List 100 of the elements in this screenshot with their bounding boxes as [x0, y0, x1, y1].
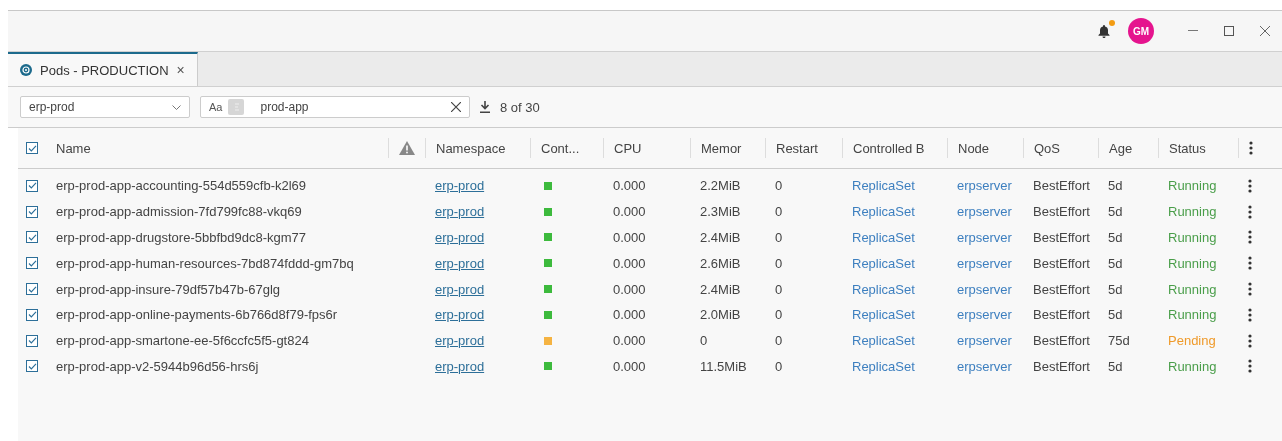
controller-link[interactable]: ReplicaSet	[852, 358, 915, 374]
maximize-icon[interactable]	[1224, 26, 1234, 36]
pod-name: erp-prod-app-accounting-554d559cfb-k2l69	[56, 178, 307, 194]
age-value: 5d	[1108, 281, 1123, 297]
row-checkbox[interactable]	[26, 231, 38, 244]
node-link[interactable]: erpserver	[957, 255, 1012, 271]
namespace-link[interactable]: erp-prod	[435, 307, 485, 323]
chevron-icon	[172, 104, 181, 110]
column-header[interactable]: Name	[56, 140, 91, 156]
pod-name: erp-prod-app-v2-5944b96d56-hrs6j	[56, 358, 259, 374]
controller-link[interactable]: ReplicaSet	[852, 204, 915, 220]
pod-name: erp-prod-app-human-resources-7bd874fddd-gm7bq	[56, 255, 354, 271]
pod-name: erp-prod-app-drugstore-5bbfbd9dc8-kgm77	[56, 230, 307, 245]
column-header[interactable]: Age	[1109, 140, 1133, 156]
age-value: 5d	[1108, 255, 1123, 271]
namespace-link[interactable]: erp-prod	[435, 230, 485, 245]
column-header[interactable]: Status	[1169, 140, 1206, 156]
pod-status: Running	[1168, 178, 1217, 194]
wheel-icon	[20, 64, 32, 76]
node-link[interactable]: erpserver	[957, 358, 1012, 374]
tab-close-button[interactable]: ×	[176, 62, 185, 78]
namespace-dropdown[interactable]: erp-prod	[20, 96, 190, 118]
row-checkbox[interactable]	[26, 205, 38, 218]
pod-status: Running	[1168, 204, 1217, 220]
age-value: 5d	[1108, 358, 1123, 374]
namespace-link[interactable]: erp-prod	[435, 255, 485, 271]
namespace-link[interactable]: erp-prod	[435, 333, 485, 349]
memory-value: 2.4MiB	[700, 230, 741, 245]
cpu-value: 0.000	[613, 333, 646, 349]
node-link[interactable]: erpserver	[957, 281, 1012, 297]
age-value: 5d	[1108, 307, 1123, 323]
tab-label: Pods - PRODUCTION	[40, 62, 169, 78]
tab[interactable]: Pods - PRODUCTION ×	[8, 52, 198, 86]
more-icon[interactable]	[1248, 230, 1252, 245]
pod-name: erp-prod-app-smartone-ee-5f6ccfc5f5-gt824	[56, 333, 309, 349]
controller-link[interactable]: ReplicaSet	[852, 178, 915, 194]
node-link[interactable]: erpserver	[957, 307, 1012, 323]
memory-value: 2.0MiB	[700, 307, 741, 323]
qos-value: BestEffort	[1033, 255, 1090, 271]
column-header[interactable]: Namespace	[436, 140, 506, 156]
more-icon[interactable]	[1248, 204, 1252, 219]
restart-count: 0	[775, 281, 783, 297]
restart-count: 0	[775, 333, 783, 349]
pod-name: erp-prod-app-online-payments-6b766d8f79-fps6r	[56, 307, 338, 323]
node-link[interactable]: erpserver	[957, 333, 1012, 349]
column-header[interactable]: Memor	[701, 140, 742, 156]
download-icon[interactable]	[480, 101, 490, 113]
more-icon[interactable]	[1248, 333, 1252, 348]
search-field[interactable]: Aa prod-app	[200, 96, 470, 118]
more-icon[interactable]	[1248, 359, 1252, 374]
controller-link[interactable]: ReplicaSet	[852, 307, 915, 323]
row-checkbox[interactable]	[26, 308, 38, 321]
column-header[interactable]: Restart	[776, 140, 818, 156]
restart-count: 0	[775, 204, 783, 220]
node-link[interactable]: erpserver	[957, 204, 1012, 220]
select-all-checkbox[interactable]	[26, 142, 38, 154]
clear-icon[interactable]	[451, 102, 461, 112]
controller-link[interactable]: ReplicaSet	[852, 281, 915, 297]
controller-link[interactable]: ReplicaSet	[852, 333, 915, 349]
minimize-icon[interactable]	[1188, 30, 1198, 32]
row-checkbox[interactable]	[26, 179, 38, 192]
column-header[interactable]: Controlled B	[853, 140, 925, 156]
restart-count: 0	[775, 358, 783, 374]
qos-value: BestEffort	[1033, 281, 1090, 297]
node-link[interactable]: erpserver	[957, 230, 1012, 245]
qos-value: BestEffort	[1033, 230, 1090, 245]
controller-link[interactable]: ReplicaSet	[852, 255, 915, 271]
namespace-link[interactable]: erp-prod	[435, 281, 485, 297]
cpu-value: 0.000	[613, 204, 646, 220]
row-checkbox[interactable]	[26, 257, 38, 270]
namespace-link[interactable]: erp-prod	[435, 178, 485, 194]
pod-status: Running	[1168, 255, 1217, 271]
node-link[interactable]: erpserver	[957, 178, 1012, 194]
user-avatar[interactable]: GM	[1128, 18, 1154, 44]
pod-status: Running	[1168, 358, 1217, 374]
match-case-toggle[interactable]: Aa	[209, 101, 223, 113]
more-icon[interactable]	[1248, 178, 1252, 193]
column-header[interactable]: CPU	[614, 140, 642, 156]
column-header[interactable]: Cont...	[541, 140, 580, 156]
row-checkbox[interactable]	[26, 360, 38, 373]
regex-toggle-icon[interactable]	[228, 99, 245, 115]
more-icon[interactable]	[1248, 307, 1252, 322]
warning-icon	[399, 141, 415, 155]
column-header[interactable]: QoS	[1034, 140, 1060, 156]
memory-value: 11.5MiB	[700, 358, 747, 374]
row-checkbox[interactable]	[26, 283, 38, 296]
more-icon[interactable]	[1249, 141, 1253, 155]
namespace-link[interactable]: erp-prod	[435, 358, 485, 374]
close-icon[interactable]	[1260, 26, 1270, 36]
memory-value: 2.4MiB	[700, 281, 741, 297]
age-value: 75d	[1108, 333, 1130, 349]
more-icon[interactable]	[1248, 256, 1252, 271]
controller-link[interactable]: ReplicaSet	[852, 230, 915, 245]
column-header[interactable]: Node	[958, 140, 990, 156]
namespace-link[interactable]: erp-prod	[435, 204, 485, 220]
bell-icon[interactable]	[1098, 24, 1110, 38]
age-value: 5d	[1108, 230, 1123, 245]
row-checkbox[interactable]	[26, 334, 38, 347]
more-icon[interactable]	[1248, 282, 1252, 297]
qos-value: BestEffort	[1033, 307, 1090, 323]
